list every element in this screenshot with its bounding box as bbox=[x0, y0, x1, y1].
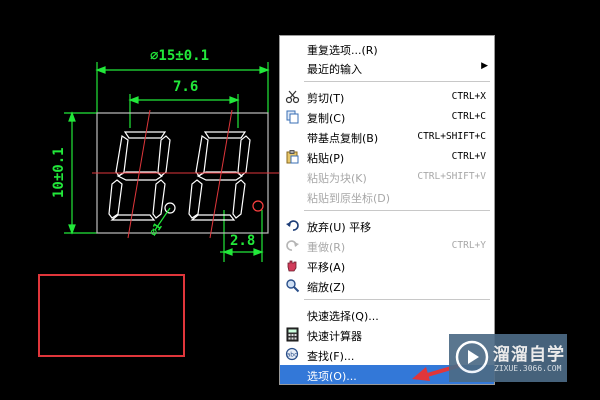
menu-separator bbox=[304, 299, 490, 300]
menu-item-label: 剪切 bbox=[307, 92, 329, 105]
menu-item-undo[interactable]: 放弃(U) 平移 bbox=[280, 216, 494, 235]
menu-item-hotkey: (U) bbox=[329, 221, 346, 234]
watermark-title: 溜溜自学 bbox=[493, 345, 565, 365]
selection-window bbox=[38, 274, 185, 357]
dimension-text-bottom: 2.8 bbox=[230, 233, 256, 249]
zoom-magnifier-icon bbox=[286, 279, 300, 293]
menu-item-hotkey: (D) bbox=[373, 192, 391, 205]
menu-item-label: 粘贴为块 bbox=[307, 172, 351, 185]
submenu-arrow-icon: ▶ bbox=[481, 61, 488, 71]
pan-hand-icon bbox=[287, 260, 297, 272]
menu-item-recent-input[interactable]: 最近的输入 ▶ bbox=[280, 58, 494, 77]
menu-item-label: 最近的输入 bbox=[307, 63, 362, 76]
menu-item-paste[interactable]: 粘贴(P) CTRL+V bbox=[280, 147, 494, 166]
menu-item-hotkey: (O)... bbox=[329, 370, 357, 383]
dimension-text-overall: ⌀15±0.1 bbox=[150, 48, 210, 64]
menu-item-shortcut: CTRL+V bbox=[451, 151, 486, 162]
menu-item-zoom[interactable]: 缩放(Z) bbox=[280, 276, 494, 295]
menu-separator bbox=[304, 210, 490, 211]
menu-item-hotkey: (C) bbox=[329, 112, 346, 125]
menu-item-shortcut: CTRL+Y bbox=[451, 240, 486, 251]
seven-segment-digit-2[interactable] bbox=[188, 131, 251, 221]
redo-icon bbox=[286, 240, 299, 251]
menu-item-hotkey: (K) bbox=[351, 172, 367, 185]
seven-segment-digit-1[interactable] bbox=[108, 131, 171, 221]
center-lines bbox=[92, 109, 280, 239]
menu-item-label: 粘贴到原坐标 bbox=[307, 192, 373, 205]
dimension-digit-width bbox=[128, 94, 240, 128]
menu-item-hotkey: (T) bbox=[329, 92, 345, 105]
decimal-point-2[interactable] bbox=[252, 200, 264, 212]
watermark-logo: 溜溜自学 ZIXUE.3066.COM bbox=[449, 334, 567, 382]
menu-item-hotkey: (F)... bbox=[329, 350, 355, 363]
menu-item-label: 重做 bbox=[307, 241, 329, 254]
menu-item-label: 带基点复制 bbox=[307, 132, 362, 145]
menu-item-label: 快速选择 bbox=[307, 310, 351, 323]
menu-separator bbox=[304, 81, 490, 82]
menu-item-shortcut: CTRL+X bbox=[451, 91, 486, 102]
menu-item-label: 平移 bbox=[307, 261, 329, 274]
menu-item-hotkey: (A) bbox=[329, 261, 346, 274]
find-abc-icon: abc bbox=[285, 347, 299, 361]
menu-item-label: 放弃 bbox=[307, 221, 329, 234]
context-menu: 重复选项...(R) 最近的输入 ▶ 剪切(T) CTRL+X 复制(C) CT… bbox=[279, 35, 495, 385]
dimension-text-digit-width: 7.6 bbox=[173, 79, 199, 95]
menu-item-label: 重复选项... bbox=[307, 44, 362, 57]
menu-item-hotkey: (B) bbox=[362, 132, 379, 145]
menu-item-shortcut: CTRL+C bbox=[451, 111, 486, 122]
menu-item-hotkey: (P) bbox=[329, 152, 345, 165]
undo-icon bbox=[286, 220, 299, 231]
menu-item-label: 快速计算器 bbox=[307, 330, 362, 343]
menu-item-hotkey: (Z) bbox=[329, 281, 346, 294]
menu-item-hotkey: (Q)... bbox=[351, 310, 379, 323]
menu-item-paste-as-block: 粘贴为块(K) CTRL+SHIFT+V bbox=[280, 167, 494, 186]
paste-icon bbox=[286, 150, 299, 164]
menu-item-shortcut: CTRL+SHIFT+V bbox=[417, 171, 486, 182]
menu-item-label: 查找 bbox=[307, 350, 329, 363]
watermark-url: ZIXUE.3066.COM bbox=[494, 364, 562, 373]
copy-icon bbox=[286, 110, 299, 124]
menu-item-label: 粘贴 bbox=[307, 152, 329, 165]
scissors-icon bbox=[285, 90, 300, 104]
menu-item-paste-to-original: 粘贴到原坐标(D) bbox=[280, 187, 494, 206]
menu-item-hotkey: (R) bbox=[329, 241, 346, 254]
svg-text:abc: abc bbox=[287, 352, 298, 359]
dimension-text-height: 10±0.1 bbox=[51, 147, 67, 198]
calculator-icon bbox=[286, 327, 299, 342]
menu-item-label: 复制 bbox=[307, 112, 329, 125]
menu-item-extra: 平移 bbox=[349, 221, 372, 234]
menu-item-copy-with-basepoint[interactable]: 带基点复制(B) CTRL+SHIFT+C bbox=[280, 127, 494, 146]
menu-item-hotkey: (R) bbox=[361, 44, 378, 57]
watermark-play-icon bbox=[455, 340, 489, 374]
menu-item-quick-select[interactable]: 快速选择(Q)... bbox=[280, 305, 494, 324]
menu-item-pan[interactable]: 平移(A) bbox=[280, 256, 494, 275]
menu-item-cut[interactable]: 剪切(T) CTRL+X bbox=[280, 87, 494, 106]
menu-item-label: 选项 bbox=[307, 370, 329, 383]
menu-item-repeat-option[interactable]: 重复选项...(R) bbox=[280, 39, 494, 58]
menu-item-redo: 重做(R) CTRL+Y bbox=[280, 236, 494, 255]
menu-item-shortcut: CTRL+SHIFT+C bbox=[417, 131, 486, 142]
menu-item-label: 缩放 bbox=[307, 281, 329, 294]
menu-item-copy[interactable]: 复制(C) CTRL+C bbox=[280, 107, 494, 126]
